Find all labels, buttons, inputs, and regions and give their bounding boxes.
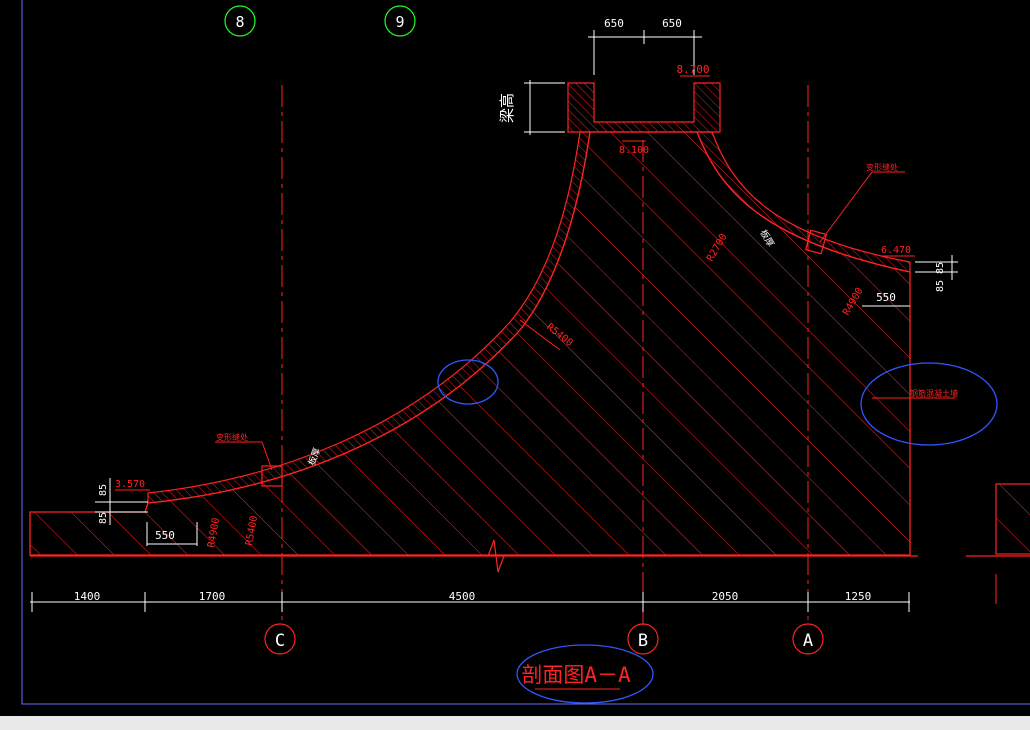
bottom-dim-1400: 1400 bbox=[74, 590, 101, 603]
elevation-top: 8.700 bbox=[676, 63, 709, 76]
grid-label-9: 9 bbox=[395, 13, 404, 31]
section-title: 剖面图A－A bbox=[521, 663, 631, 687]
note-left: 变形缝处 bbox=[216, 432, 248, 442]
beam-height-label: 梁高 bbox=[498, 93, 516, 123]
wall-note: 钢筋混凝土墙 bbox=[910, 388, 958, 398]
cad-drawing-canvas[interactable]: 8 9 650 650 8.700 梁高 8.100 变形缝处 板厚 R2700… bbox=[0, 0, 1030, 730]
grid-label-8: 8 bbox=[235, 13, 244, 31]
slab-elevation: 8.100 bbox=[619, 145, 649, 156]
dim-85-left-a: 85 bbox=[98, 484, 109, 496]
dim-85-left-b: 85 bbox=[98, 512, 109, 524]
partial-block-right bbox=[995, 483, 1030, 555]
note-right: 变形缝处 bbox=[866, 162, 898, 172]
bottom-dim-1250: 1250 bbox=[845, 590, 872, 603]
top-dim-650-left: 650 bbox=[604, 17, 624, 30]
bottom-dim-4500: 4500 bbox=[449, 590, 476, 603]
bottom-dim-2050: 2050 bbox=[712, 590, 739, 603]
elevation-right: 6.470 bbox=[881, 245, 911, 256]
dim-85-right: 85 bbox=[935, 262, 946, 274]
bottom-dim-1700: 1700 bbox=[199, 590, 226, 603]
grid-label-a: A bbox=[803, 631, 813, 651]
elevation-left: 3.570 bbox=[115, 479, 145, 490]
grid-label-b: B bbox=[638, 631, 648, 651]
top-channel-beam bbox=[567, 82, 721, 133]
dim-85-right-b: 85 bbox=[935, 280, 946, 292]
grid-label-c: C bbox=[275, 631, 285, 651]
dim-550-right: 550 bbox=[876, 291, 896, 304]
dim-550-left: 550 bbox=[155, 529, 175, 542]
status-bar bbox=[0, 716, 1030, 730]
top-dim-650-right: 650 bbox=[662, 17, 682, 30]
note-right-leader bbox=[819, 171, 873, 243]
